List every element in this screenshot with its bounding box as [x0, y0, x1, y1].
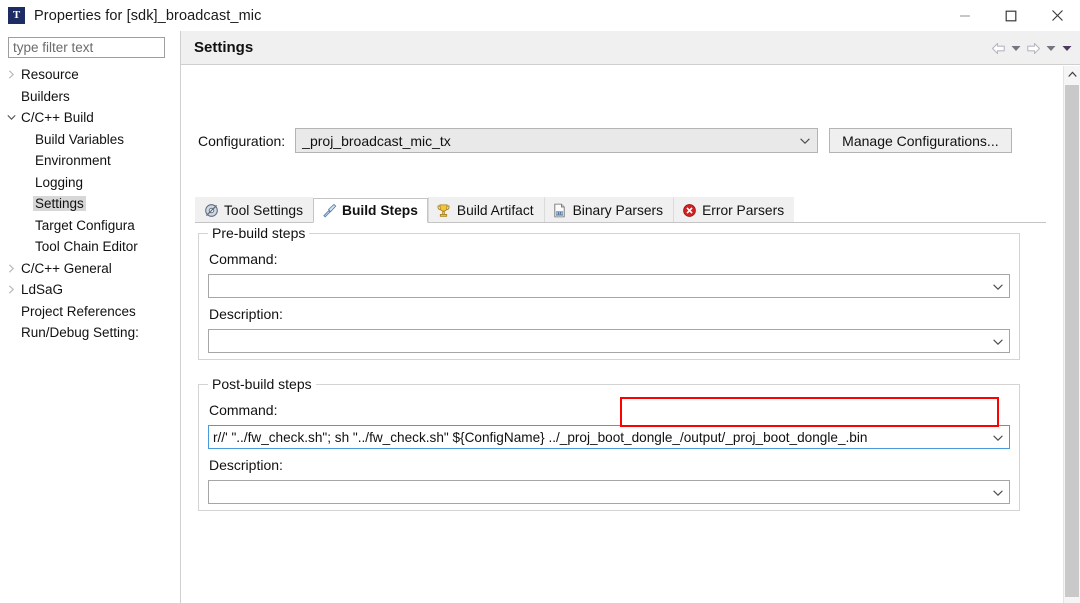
sidebar-item-label: Settings	[33, 196, 86, 212]
tab-label: Build Steps	[342, 203, 418, 218]
app-icon: T	[8, 7, 25, 24]
binary-file-icon: 010	[552, 202, 568, 218]
svg-text:010: 010	[556, 210, 564, 215]
post-build-description-label: Description:	[209, 457, 283, 473]
configuration-row: Configuration: _proj_broadcast_mic_tx Ma…	[198, 128, 1046, 153]
scroll-up-button[interactable]	[1064, 66, 1080, 83]
post-build-steps-group: Post-build steps Command: r//' "../fw_ch…	[198, 376, 1020, 511]
window-controls	[942, 0, 1080, 31]
tab-label: Build Artifact	[456, 202, 534, 218]
filter-placeholder: type filter text	[13, 40, 94, 55]
maximize-icon	[1005, 10, 1017, 21]
sidebar-item-label: Logging	[35, 174, 84, 190]
post-build-steps-title: Post-build steps	[208, 376, 316, 392]
sidebar-item-environment[interactable]: Environment	[0, 150, 180, 172]
chevron-right-icon[interactable]	[4, 70, 19, 79]
settings-tabs: Tool Settings Build Steps Build Artifact 01…	[195, 197, 1046, 223]
pre-build-command-input[interactable]	[208, 274, 1010, 298]
pre-build-command-label: Command:	[209, 251, 278, 267]
header-navigation	[990, 31, 1074, 65]
sidebar-item-target-configura[interactable]: Target Configura	[0, 215, 180, 237]
chevron-down-icon	[993, 277, 1003, 295]
sidebar-item-logging[interactable]: Logging	[0, 172, 180, 194]
tab-build-steps[interactable]: Build Steps	[313, 198, 428, 223]
view-menu-chevron-down-icon[interactable]	[1060, 38, 1074, 58]
tab-build-artifact[interactable]: Build Artifact	[427, 197, 544, 222]
sidebar-item-resource[interactable]: Resource	[0, 64, 180, 86]
configuration-value: _proj_broadcast_mic_tx	[302, 132, 451, 149]
window-title: Properties for [sdk]_broadcast_mic	[34, 7, 262, 24]
sidebar-item-ldsag[interactable]: LdSaG	[0, 279, 180, 301]
sidebar-item-c-c-build[interactable]: C/C++ Build	[0, 107, 180, 129]
sidebar-item-label: C/C++ General	[21, 260, 112, 276]
post-build-command-input[interactable]: r//' "../fw_check.sh"; sh "../fw_check.s…	[208, 425, 1010, 449]
settings-panel: Settings Configuration: _proj_broadcast_…	[181, 31, 1080, 603]
sidebar-item-label: LdSaG	[21, 282, 64, 298]
pre-build-description-label: Description:	[209, 306, 283, 322]
trophy-icon	[436, 202, 452, 218]
filter-input[interactable]: type filter text	[8, 37, 165, 58]
sidebar-item-tool-chain-editor[interactable]: Tool Chain Editor	[0, 236, 180, 258]
maximize-button[interactable]	[988, 0, 1034, 31]
settings-tree: Resource Builders C/C++ Build Build Variabl…	[0, 64, 180, 344]
pre-build-description-input[interactable]	[208, 329, 1010, 353]
sidebar-item-label: Resource	[21, 67, 79, 83]
back-menu-chevron-down-icon[interactable]	[1009, 38, 1023, 58]
tool-settings-icon	[203, 202, 219, 218]
vertical-scrollbar[interactable]	[1063, 66, 1080, 603]
sidebar-item-label: Run/Debug Setting:	[21, 325, 139, 341]
configuration-label: Configuration:	[198, 132, 286, 149]
configuration-select[interactable]: _proj_broadcast_mic_tx	[295, 128, 819, 153]
tab-binary-parsers[interactable]: 010 Binary Parsers	[543, 197, 674, 222]
minimize-icon	[960, 14, 970, 17]
sidebar-item-label: Target Configura	[35, 217, 135, 233]
tab-label: Tool Settings	[224, 202, 303, 218]
properties-dialog: T Properties for [sdk]_broadcast_mic typ…	[0, 0, 1080, 603]
page-title: Settings	[194, 39, 254, 56]
chevron-down-icon[interactable]	[4, 114, 19, 121]
sidebar-item-label: Build Variables	[35, 131, 125, 147]
chevron-down-icon	[800, 137, 810, 144]
tab-tool-settings[interactable]: Tool Settings	[195, 197, 313, 222]
back-arrow-icon[interactable]	[990, 38, 1007, 58]
tab-label: Binary Parsers	[572, 202, 664, 218]
chevron-right-icon[interactable]	[4, 264, 19, 273]
sidebar-item-build-variables[interactable]: Build Variables	[0, 129, 180, 151]
sidebar-item-run-debug-setting[interactable]: Run/Debug Setting:	[0, 322, 180, 344]
sidebar-item-label: Environment	[35, 153, 111, 169]
post-build-command-value: r//' "../fw_check.sh"; sh "../fw_check.s…	[213, 429, 868, 445]
navigation-panel: type filter text Resource Builders C/C++ B…	[0, 31, 180, 603]
sidebar-item-label: Builders	[21, 88, 70, 104]
build-steps-icon	[321, 203, 337, 219]
chevron-down-icon	[993, 428, 1003, 446]
post-build-description-input[interactable]	[208, 480, 1010, 504]
chevron-right-icon[interactable]	[4, 285, 19, 294]
title-bar: T Properties for [sdk]_broadcast_mic	[0, 0, 1080, 31]
sidebar-item-project-references[interactable]: Project References	[0, 301, 180, 323]
pre-build-steps-group: Pre-build steps Command: Description:	[198, 225, 1020, 360]
sidebar-item-label: C/C++ Build	[21, 110, 94, 126]
sidebar-item-settings[interactable]: Settings	[0, 193, 180, 215]
pre-build-steps-title: Pre-build steps	[208, 225, 310, 241]
sidebar-item-label: Tool Chain Editor	[35, 239, 138, 255]
tab-label: Error Parsers	[702, 202, 785, 218]
close-icon	[1051, 10, 1063, 21]
forward-menu-chevron-down-icon[interactable]	[1044, 38, 1058, 58]
page-header: Settings	[181, 31, 1080, 65]
error-circle-icon	[681, 202, 697, 218]
forward-arrow-icon[interactable]	[1025, 38, 1042, 58]
scrollbar-thumb[interactable]	[1065, 85, 1079, 597]
sidebar-item-label: Project References	[21, 303, 136, 319]
sidebar-item-builders[interactable]: Builders	[0, 86, 180, 108]
chevron-down-icon	[993, 332, 1003, 350]
manage-configurations-button[interactable]: Manage Configurations...	[829, 128, 1012, 153]
chevron-down-icon	[993, 483, 1003, 501]
sidebar-item-c-c-general[interactable]: C/C++ General	[0, 258, 180, 280]
tab-error-parsers[interactable]: Error Parsers	[673, 197, 795, 222]
minimize-button[interactable]	[942, 0, 988, 31]
close-button[interactable]	[1034, 0, 1080, 31]
post-build-command-label: Command:	[209, 402, 278, 418]
settings-content: Configuration: _proj_broadcast_mic_tx Ma…	[181, 66, 1062, 603]
